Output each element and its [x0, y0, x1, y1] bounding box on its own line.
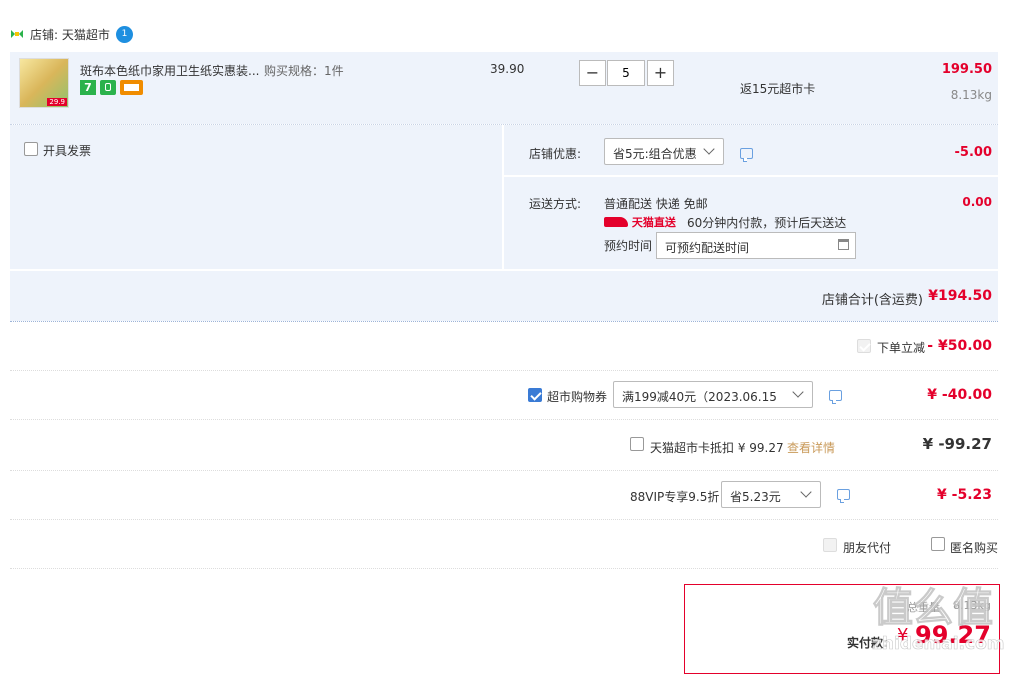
product-title[interactable]: 斑布本色纸巾家用卫生纸实惠装... — [80, 62, 259, 79]
instant-discount-amount: - ¥50.00 — [927, 338, 992, 354]
product-weight: 8.13kg — [950, 88, 992, 102]
product-spec: 购买规格：1件 — [264, 64, 344, 78]
card-deduct-details-link[interactable]: 查看详情 — [787, 439, 835, 456]
vip-select[interactable]: 省5.23元 — [721, 481, 821, 508]
vip-label: 88VIP专享9.5折 — [630, 490, 720, 504]
store-total-label: 店铺合计(含运费) — [821, 293, 923, 308]
reserve-time-label: 预约时间 — [604, 239, 653, 253]
store-discount-select[interactable]: 省5元:组合优惠 — [604, 138, 724, 165]
product-subtotal: 199.50 — [941, 62, 992, 77]
shipping-amount: 0.00 — [962, 195, 992, 209]
friend-pay-label: 朋友代付 — [843, 541, 892, 555]
store-discount-label: 店铺优惠: — [529, 147, 582, 161]
tmall-logo-icon — [10, 28, 24, 38]
quantity-input[interactable] — [607, 60, 645, 86]
service-guarantee-icon — [100, 80, 116, 95]
shipping-method: 普通配送 快递 免邮 — [604, 197, 708, 211]
instant-discount-label: 下单立减 — [877, 341, 926, 355]
tmall-cat-icon — [604, 217, 628, 227]
store-total-amount: ¥194.50 — [928, 288, 992, 304]
chevron-down-icon — [800, 486, 812, 498]
invoice-label: 开具发票 — [43, 144, 92, 158]
anonymous-checkbox[interactable] — [931, 537, 945, 551]
tmall-direct-logo: 天猫直送 — [604, 214, 676, 229]
friend-pay-checkbox — [823, 538, 837, 552]
quantity-increase-button[interactable]: + — [647, 60, 674, 86]
unit-price: 39.90 — [490, 62, 525, 76]
coupon-checkbox[interactable] — [528, 388, 542, 402]
shipping-note: 60分钟内付款，预计后天送达 — [687, 216, 847, 230]
shipping-label: 运送方式: — [529, 197, 582, 211]
store-discount-amount: -5.00 — [954, 145, 992, 160]
card-payment-icon — [120, 80, 143, 95]
coupon-label: 超市购物券 — [547, 390, 608, 404]
message-icon[interactable] — [829, 390, 842, 404]
store-name[interactable]: 店铺: 天猫超市 — [30, 26, 110, 43]
chevron-down-icon — [703, 143, 715, 155]
promo-text: 返15元超市卡 — [740, 82, 816, 96]
coupon-amount: ¥ -40.00 — [927, 387, 992, 403]
card-deduct-checkbox[interactable] — [630, 437, 644, 451]
invoice-checkbox[interactable] — [24, 142, 38, 156]
watermark-site: zhidemai.com — [872, 634, 1005, 655]
coupon-select[interactable]: 满199减40元（2023.06.15 ... — [613, 381, 813, 408]
reserve-time-picker[interactable]: 可预约配送时间 — [656, 232, 856, 259]
watermark-logo: 值么值 — [873, 585, 994, 632]
calendar-icon[interactable] — [838, 239, 849, 250]
anonymous-label: 匿名购买 — [950, 541, 999, 555]
vip-amount: ¥ -5.23 — [937, 487, 992, 503]
instant-discount-checkbox — [857, 339, 871, 353]
seven-day-return-icon: 7 — [80, 80, 96, 95]
wangwang-chat-icon[interactable]: 1 — [116, 26, 133, 43]
message-icon[interactable] — [837, 489, 850, 503]
quantity-decrease-button[interactable]: − — [579, 60, 606, 86]
message-icon[interactable] — [740, 148, 753, 162]
chevron-down-icon — [792, 386, 804, 398]
thumb-price-tag: 29.9 — [47, 98, 67, 106]
card-deduct-label: 天猫超市卡抵扣 ¥ 99.27 — [650, 441, 784, 455]
card-deduct-amount: ¥ -99.27 — [922, 435, 992, 453]
product-thumbnail[interactable]: 29.9 — [19, 58, 69, 108]
